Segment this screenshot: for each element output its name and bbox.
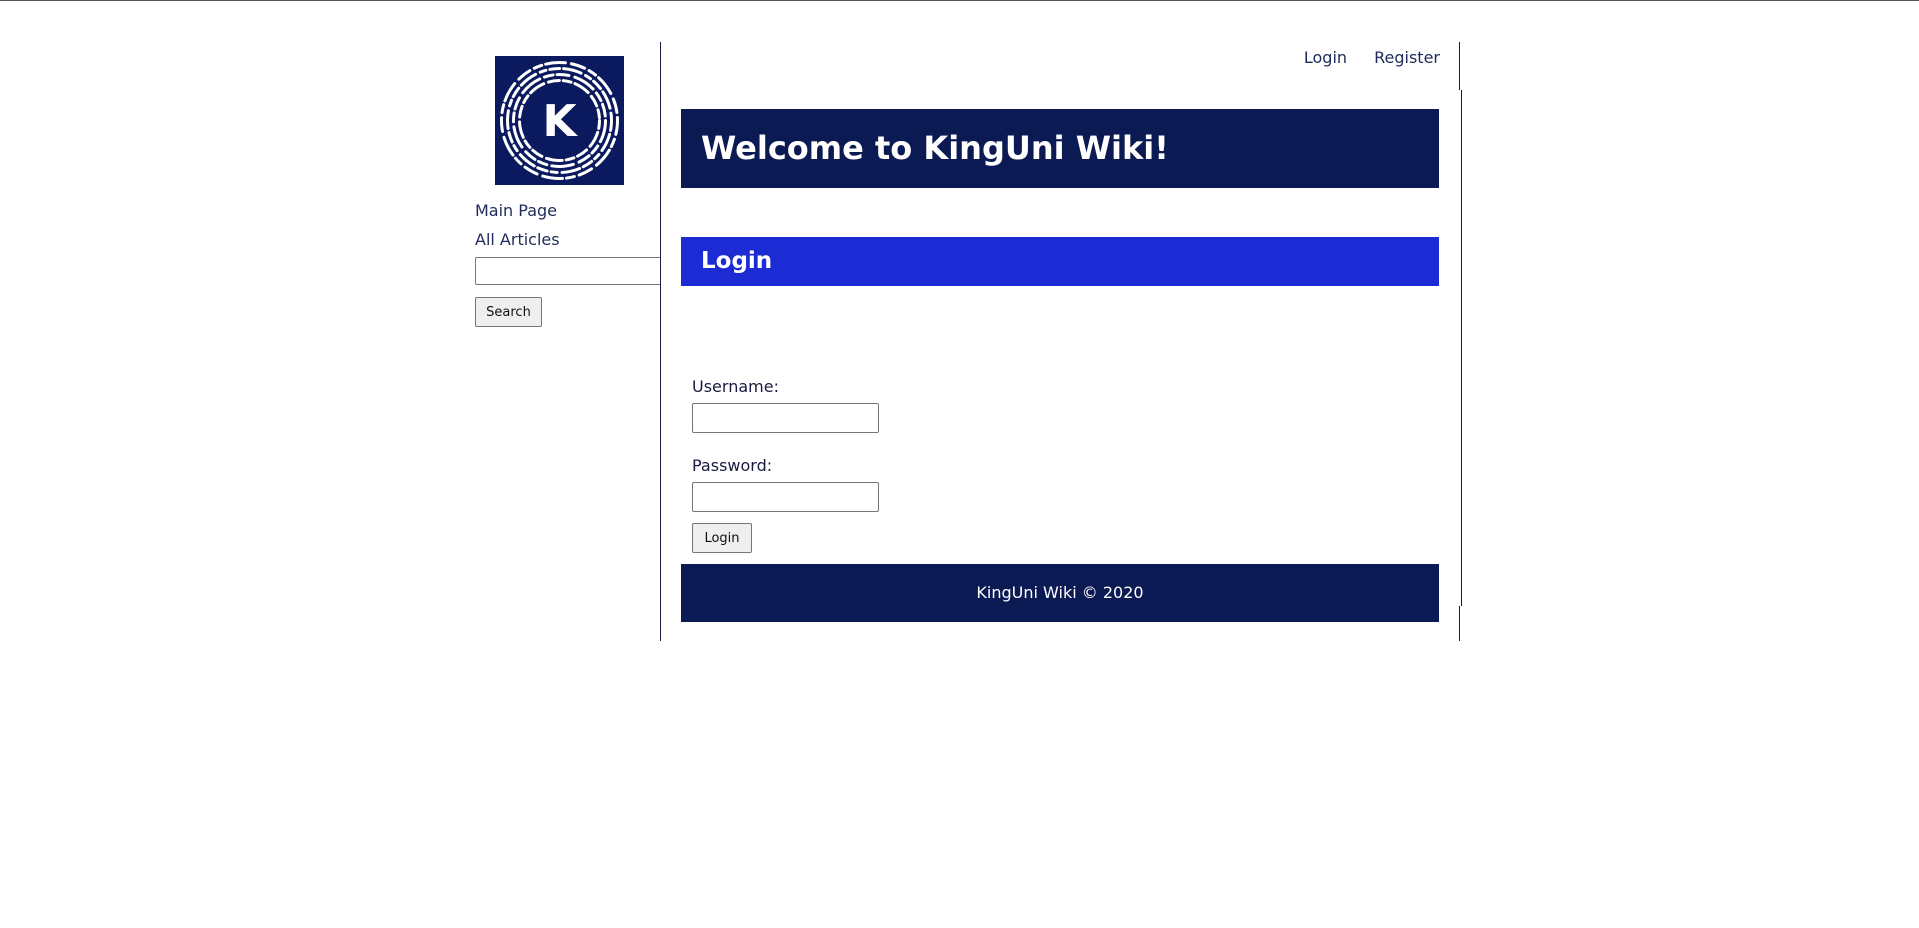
search-input[interactable] [475, 257, 661, 285]
footer: KingUni Wiki © 2020 [681, 564, 1439, 622]
account-nav: Login Register [1282, 48, 1440, 67]
column-border-right [1461, 90, 1462, 606]
page-title: Welcome to KingUni Wiki! [681, 109, 1439, 188]
logo-letter: K [542, 96, 578, 147]
username-field[interactable] [692, 403, 879, 433]
login-submit-button[interactable]: Login [692, 523, 752, 553]
site-logo[interactable]: K [495, 56, 624, 185]
column-border-right [1459, 606, 1460, 641]
section-heading-login: Login [681, 237, 1439, 286]
window-top-border [0, 0, 1919, 1]
sidebar-nav: Main Page All Articles [475, 196, 665, 254]
sidebar-item-main-page[interactable]: Main Page [475, 196, 665, 225]
sidebar-item-all-articles[interactable]: All Articles [475, 225, 665, 254]
header-login-link[interactable]: Login [1304, 48, 1347, 67]
logo-emblem-icon: K [495, 56, 624, 185]
password-label: Password: [692, 456, 773, 475]
main-content: Login Register Welcome to KingUni Wiki! … [660, 42, 1462, 641]
column-border-right [1459, 42, 1460, 90]
username-label: Username: [692, 377, 779, 396]
column-border-left [660, 42, 661, 641]
search-button[interactable]: Search [475, 297, 542, 327]
password-field[interactable] [692, 482, 879, 512]
header-register-link[interactable]: Register [1374, 48, 1440, 67]
